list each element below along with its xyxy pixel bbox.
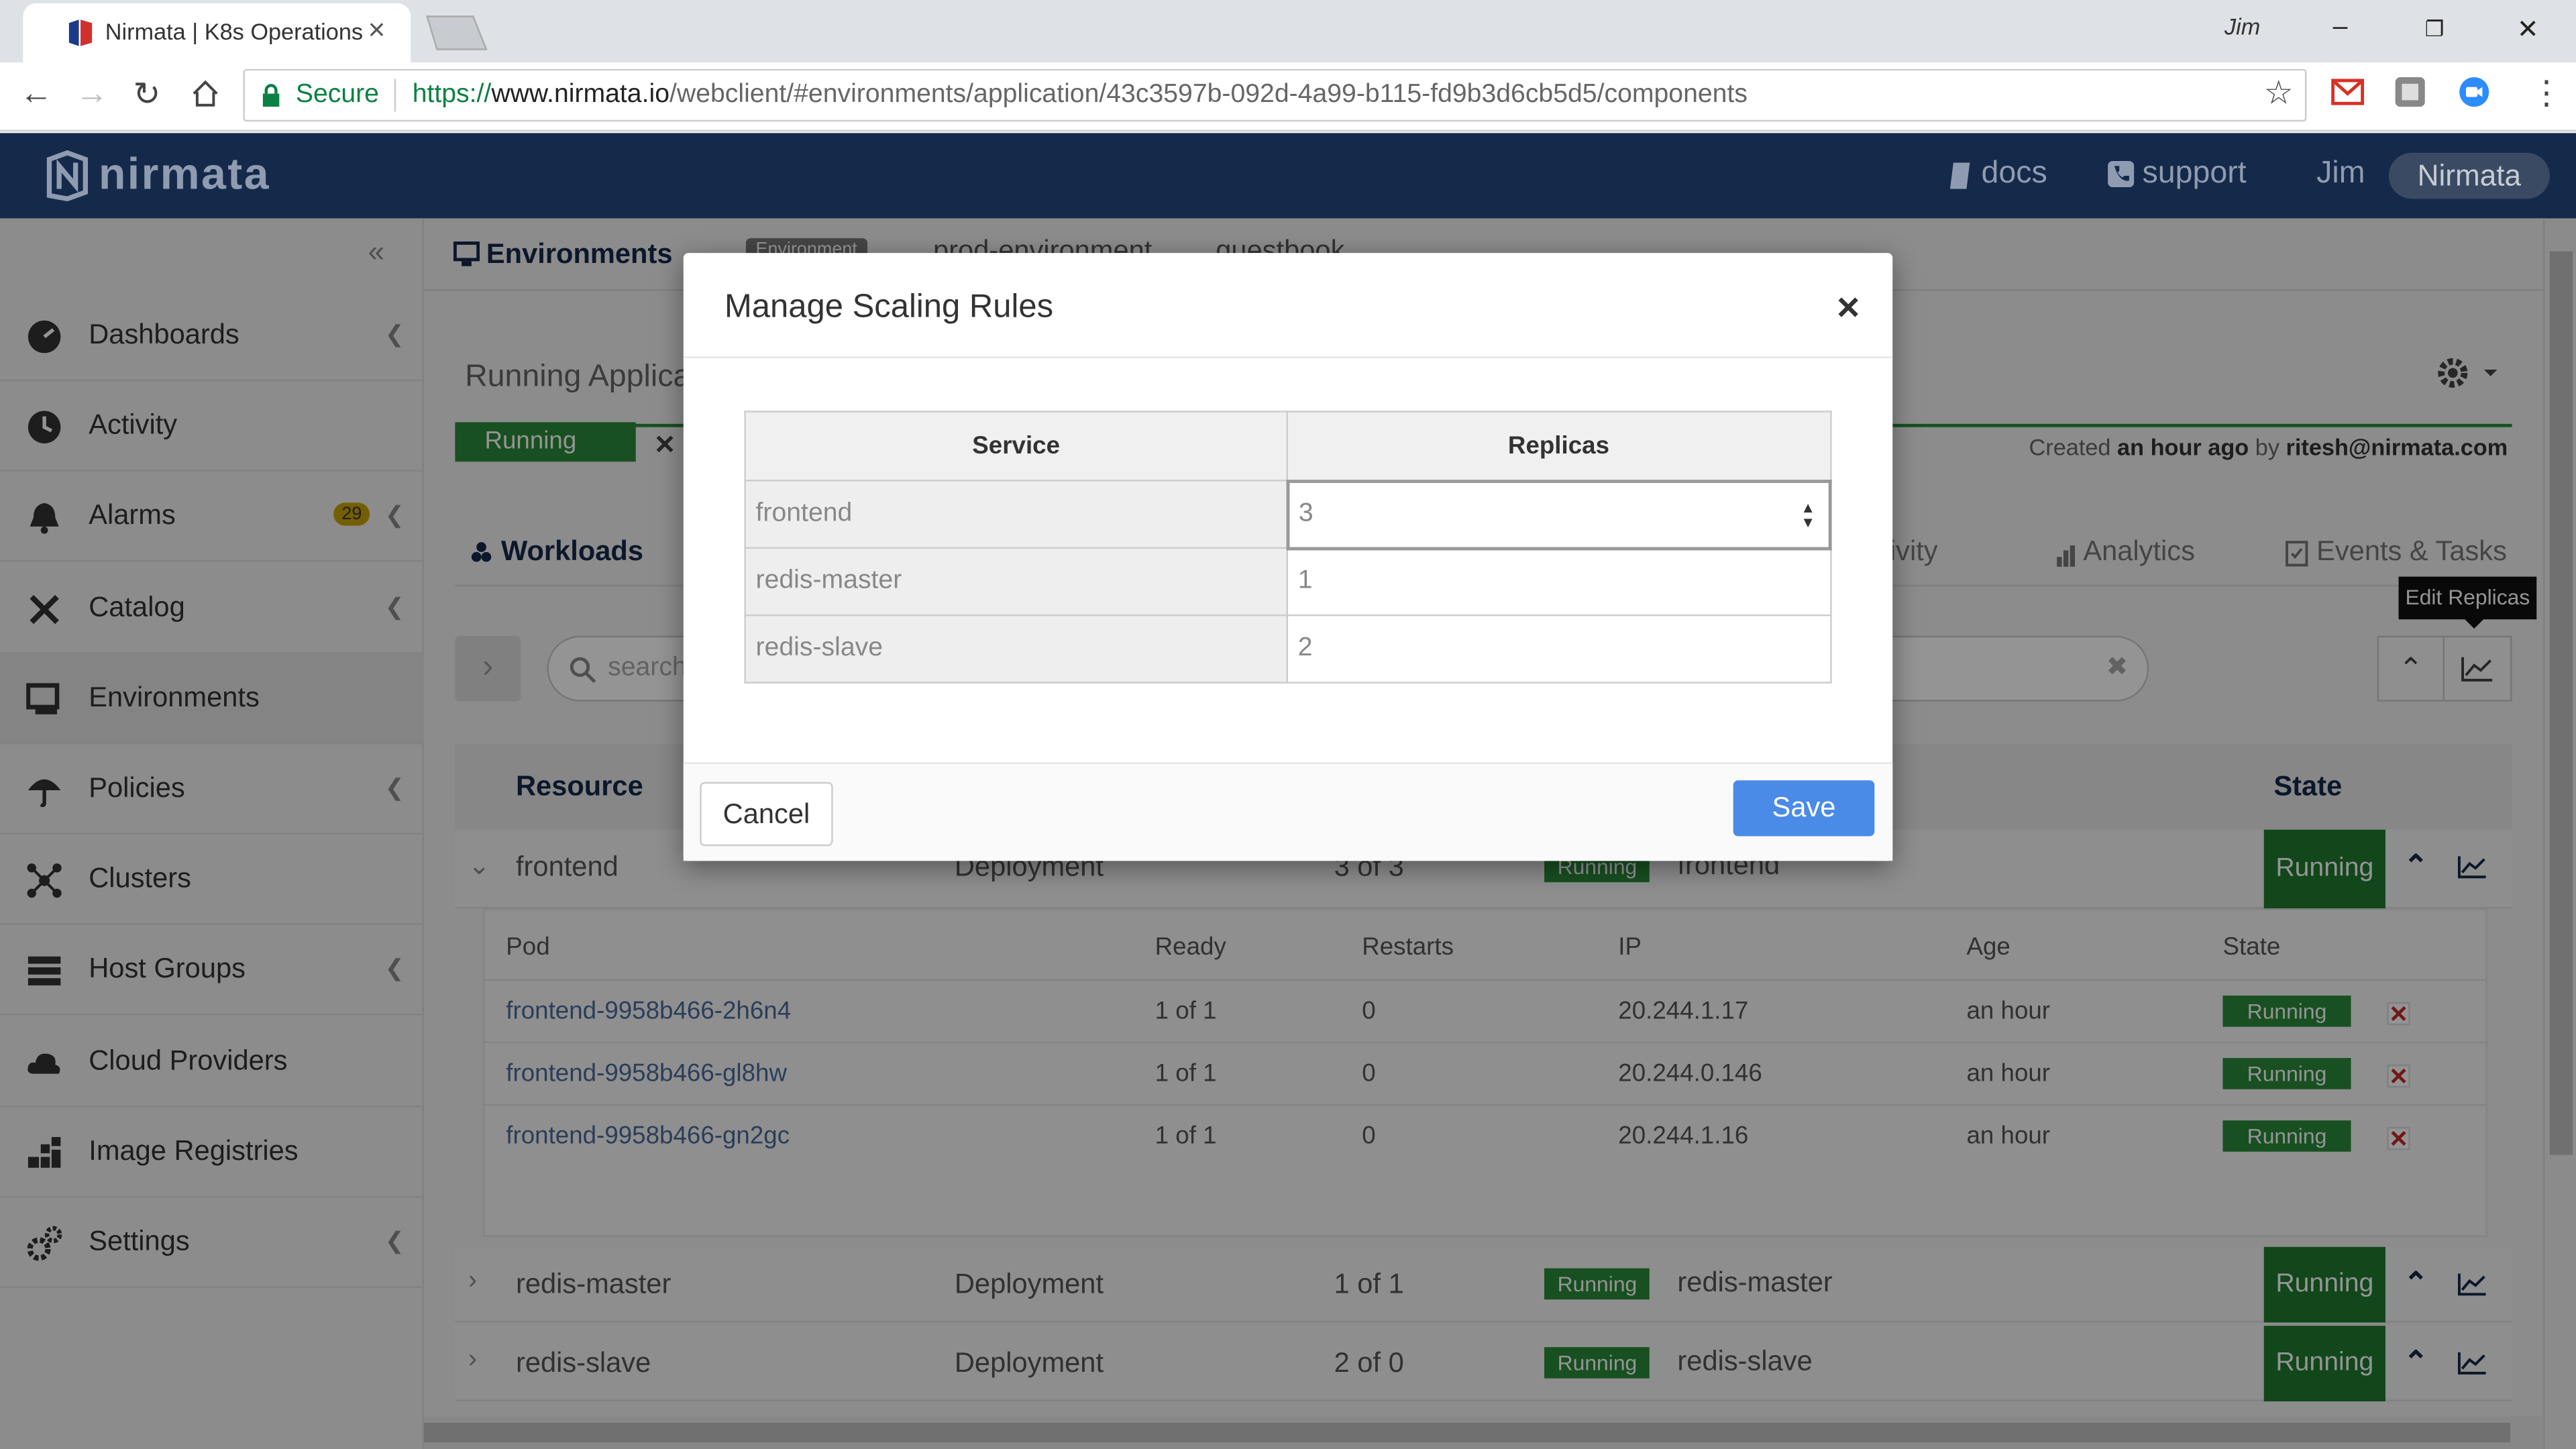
modal-title: Manage Scaling Rules	[724, 289, 1054, 325]
url-text[interactable]: https://www.nirmata.io/webclient/#enviro…	[413, 80, 1748, 110]
gmail-extension-icon[interactable]	[2331, 78, 2365, 105]
bookmark-star-icon[interactable]: ☆	[2264, 72, 2294, 113]
scaling-rules-header-row: Service Replicas	[744, 411, 1831, 482]
url-host: www.nirmata.io	[491, 80, 670, 109]
extension-icon[interactable]	[2394, 76, 2426, 109]
minimize-icon[interactable]: –	[2333, 13, 2348, 43]
back-icon[interactable]: ←	[19, 76, 52, 113]
service-cell: redis-slave	[744, 614, 1289, 684]
replicas-cell[interactable]: 2	[1286, 614, 1831, 684]
col-service: Service	[744, 411, 1289, 482]
scaling-rule-row: redis-master 1	[744, 547, 1831, 616]
nirmata-favicon-icon	[68, 19, 93, 46]
scaling-rules-table: Service Replicas frontend 3 ▲ ▼ redis-master…	[744, 411, 1832, 684]
col-replicas: Replicas	[1286, 411, 1831, 482]
modal-footer: Cancel Save	[683, 762, 1893, 861]
service-cell: redis-master	[744, 547, 1289, 616]
scaling-rules-body: frontend 3 ▲ ▼ redis-master 1 redis-slave 2	[744, 478, 1832, 684]
replicas-input[interactable]: 2	[1298, 634, 1313, 662]
support-link[interactable]: support	[2142, 156, 2246, 193]
home-icon[interactable]	[191, 79, 220, 109]
cancel-button[interactable]: Cancel	[700, 782, 833, 847]
restore-icon[interactable]: ❐	[2425, 16, 2445, 42]
save-button[interactable]: Save	[1733, 780, 1875, 837]
logo-text[interactable]: nirmata	[99, 150, 270, 201]
org-badge[interactable]: Nirmata	[2388, 152, 2550, 199]
menu-kebab-icon[interactable]: ⋮	[2530, 72, 2563, 113]
service-cell: frontend	[744, 480, 1289, 549]
scaling-rule-row: frontend 3 ▲ ▼	[744, 478, 1832, 550]
scaling-rule-row: redis-slave 2	[744, 614, 1831, 684]
docs-link[interactable]: docs	[1981, 156, 2047, 193]
number-stepper-icon[interactable]: ▲ ▼	[1801, 499, 1815, 530]
tab-title: Nirmata | K8s Operations	[105, 17, 364, 45]
user-menu[interactable]: Jim	[2316, 156, 2365, 193]
address-toolbar: ← → ↻ Secure https://www.nirmata.io/webc…	[0, 62, 2576, 131]
forward-icon[interactable]: →	[76, 76, 109, 113]
replicas-input[interactable]: 1	[1298, 568, 1313, 596]
omnibox[interactable]: Secure https://www.nirmata.io/webclient/…	[243, 68, 2307, 122]
replicas-cell[interactable]: 3 ▲ ▼	[1285, 478, 1832, 550]
browser-tab[interactable]: Nirmata | K8s Operations ×	[23, 3, 411, 63]
url-scheme: https://	[412, 80, 492, 109]
url-path: /webclient/#environments/application/43c…	[669, 80, 1748, 109]
new-tab-button[interactable]	[421, 13, 490, 53]
app-header: nirmata docs support Jim Nirmata	[0, 133, 2576, 219]
modal-header-divider	[683, 356, 1893, 358]
zoom-extension-icon[interactable]	[2458, 76, 2491, 109]
nirmata-logo-icon[interactable]	[43, 150, 92, 202]
profile-name[interactable]: Jim	[2224, 13, 2260, 40]
replicas-cell[interactable]: 1	[1286, 547, 1831, 616]
docs-icon	[1949, 162, 1970, 189]
omnibox-divider	[394, 78, 396, 112]
modal-close-icon[interactable]: ×	[1837, 288, 1860, 329]
browser-tab-bar: Nirmata | K8s Operations × Jim – ❐ ✕	[0, 0, 2576, 63]
window-close-icon[interactable]: ✕	[2517, 13, 2539, 46]
replicas-input[interactable]: 3	[1299, 499, 1313, 527]
secure-label: Secure	[295, 80, 379, 109]
lock-icon	[262, 84, 280, 107]
reload-icon[interactable]: ↻	[133, 74, 160, 115]
tab-close-icon[interactable]: ×	[368, 13, 386, 48]
phone-icon	[2108, 161, 2135, 188]
